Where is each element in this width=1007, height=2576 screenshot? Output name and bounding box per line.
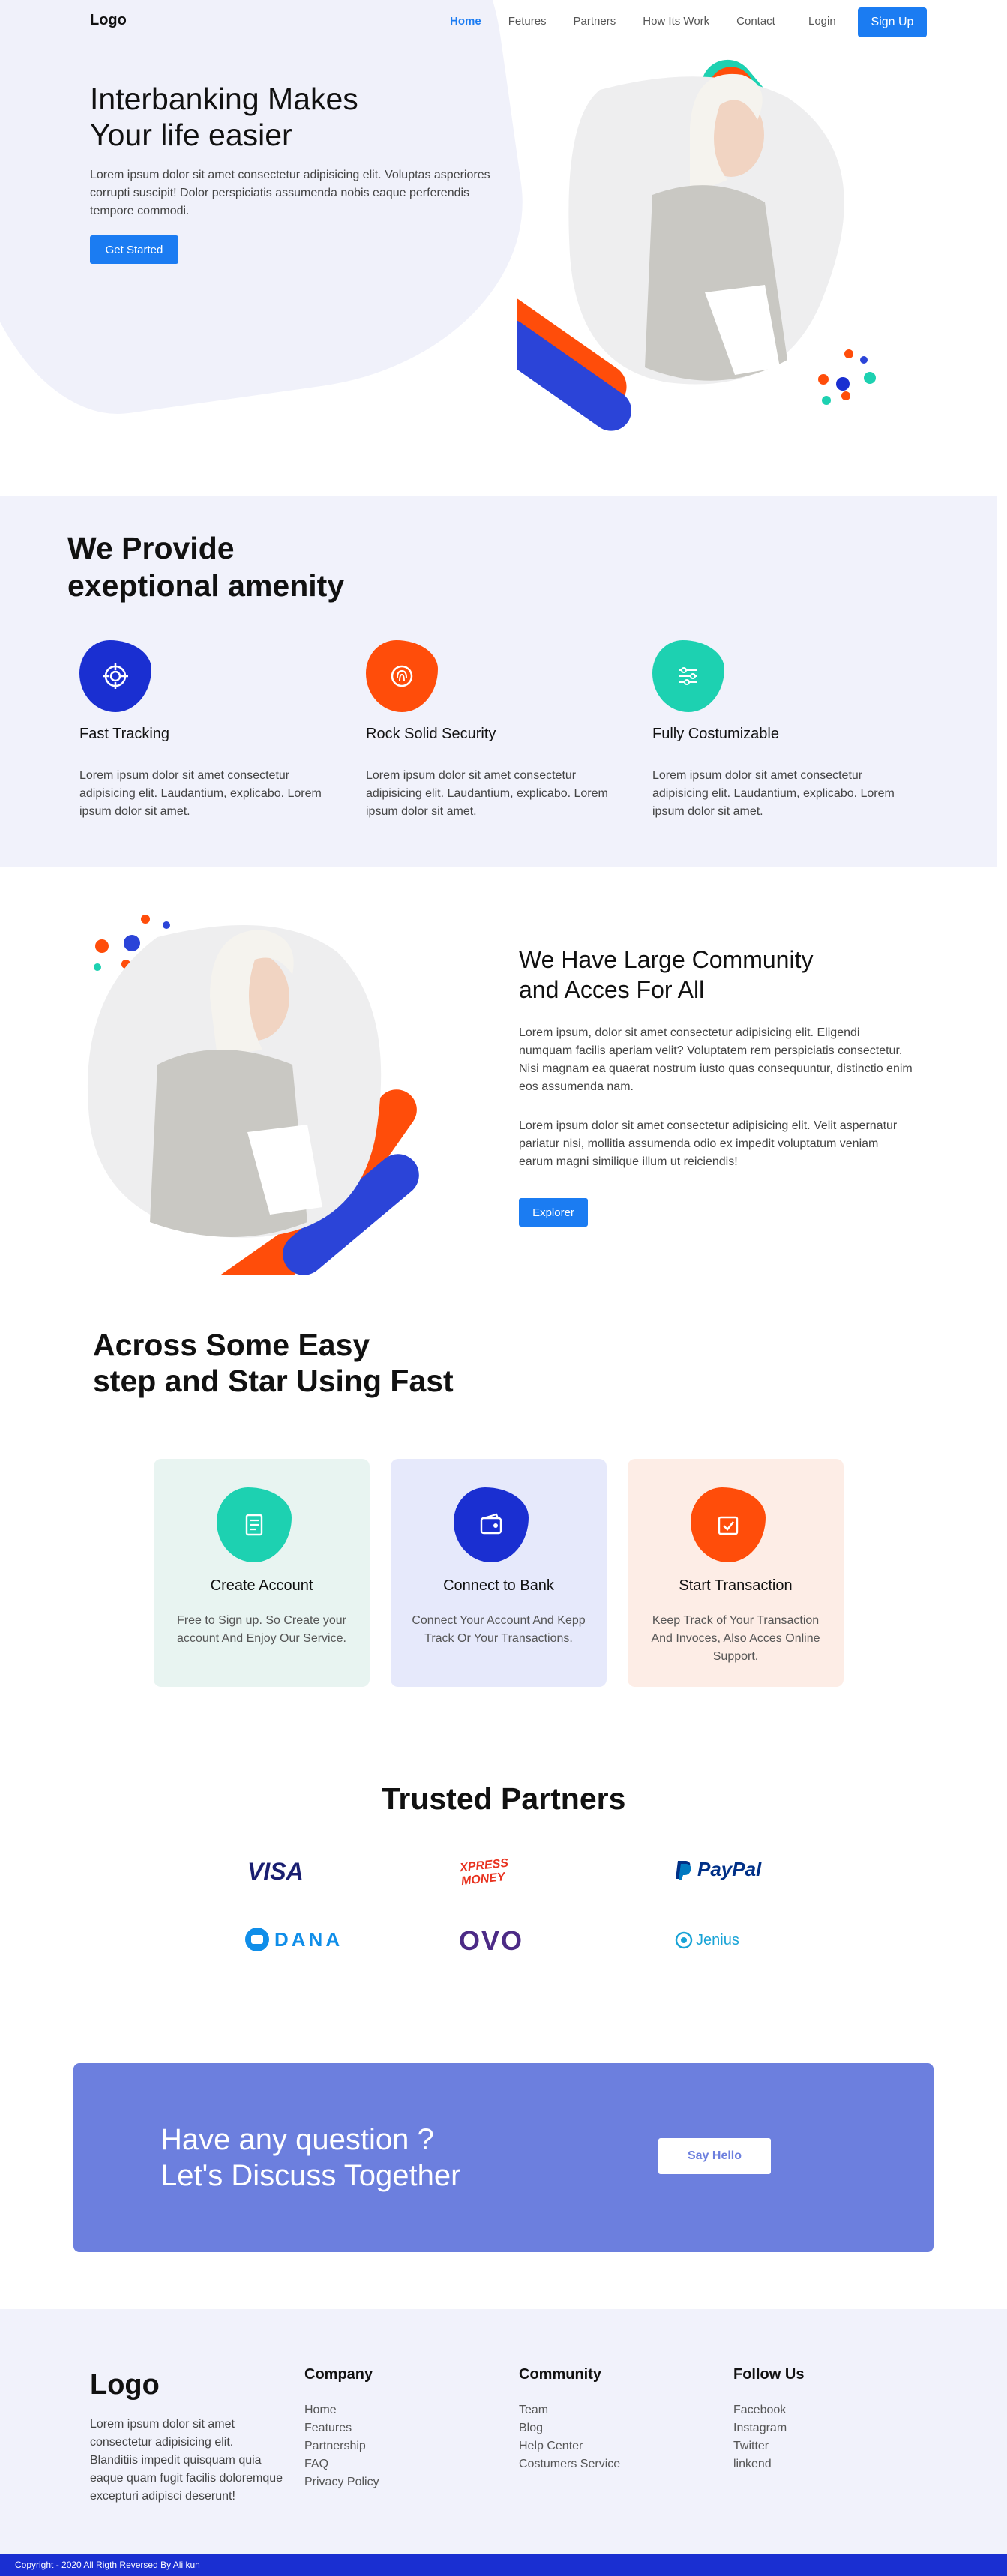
step-card-create-account: Create Account Free to Sign up. So Creat…: [154, 1459, 370, 1687]
footer-link-team[interactable]: Team: [519, 2401, 620, 2419]
feature-text: Lorem ipsum dolor sit amet consectetur a…: [652, 769, 895, 818]
get-started-button[interactable]: Get Started: [90, 235, 178, 264]
nav-logo[interactable]: Logo: [90, 12, 127, 29]
copyright-bar: Copyright - 2020 All Rigth Reversed By A…: [0, 2554, 1007, 2576]
footer-link-customer-service[interactable]: Costumers Service: [519, 2455, 620, 2473]
target-icon: [79, 640, 151, 712]
step-name: Connect to Bank: [443, 1577, 554, 1594]
partner-logo-paypal: PayPal: [675, 1858, 761, 1881]
footer-column-community: Community Team Blog Help Center Costumer…: [519, 2366, 620, 2473]
footer-link-home[interactable]: Home: [304, 2401, 379, 2419]
footer-column-title: Follow Us: [733, 2366, 805, 2383]
community-illustration: [87, 915, 419, 1275]
feature-name: Rock Solid Security: [366, 726, 496, 742]
nav-link-home[interactable]: Home: [450, 15, 481, 28]
footer-logo[interactable]: Logo: [90, 2369, 160, 2401]
feature-name: Fully Costumizable: [652, 726, 779, 742]
hero-illustration: [517, 59, 876, 431]
nav-link-how-it-works[interactable]: How Its Work: [643, 15, 709, 28]
community-paragraph-2: Lorem ipsum dolor sit amet consectetur a…: [519, 1119, 898, 1168]
feature-text: Lorem ipsum dolor sit amet consectetur a…: [366, 769, 608, 818]
sliders-icon: [652, 640, 724, 712]
feature-card-security: Rock Solid Security Lorem ipsum dolor si…: [366, 640, 613, 821]
signup-button[interactable]: Sign Up: [858, 7, 927, 37]
hero-title: Interbanking Makes Your life easier: [90, 82, 358, 152]
footer-column-title: Community: [519, 2366, 601, 2383]
partners-title: Trusted Partners: [381, 1781, 626, 1816]
nav-link-partners[interactable]: Partners: [574, 15, 616, 28]
steps-title: Across Some Easy step and Star Using Fas…: [93, 1328, 454, 1398]
partner-logo-ovo: OVO: [459, 1925, 524, 1956]
document-icon: [217, 1487, 292, 1562]
footer-link-instagram[interactable]: Instagram: [733, 2419, 804, 2437]
community-paragraph-1: Lorem ipsum, dolor sit amet consectetur …: [519, 1026, 913, 1093]
checkbox-icon: [691, 1487, 766, 1562]
nav-link-features[interactable]: Fetures: [508, 15, 547, 28]
explorer-button[interactable]: Explorer: [519, 1198, 588, 1227]
footer-column-follow-us: Follow Us Facebook Instagram Twitter lin…: [733, 2366, 804, 2473]
footer-link-twitter[interactable]: Twitter: [733, 2437, 804, 2455]
wallet-icon: [454, 1487, 529, 1562]
footer-link-privacy-policy[interactable]: Privacy Policy: [304, 2473, 379, 2491]
step-text: Keep Track of Your Transaction And Invoc…: [651, 1614, 820, 1663]
footer-column-company: Company Home Features Partnership FAQ Pr…: [304, 2366, 379, 2491]
feature-name: Fast Tracking: [79, 726, 170, 742]
footer-link-partnership[interactable]: Partnership: [304, 2437, 379, 2455]
step-card-connect-bank: Connect to Bank Connect Your Account And…: [391, 1459, 607, 1687]
footer-column-title: Company: [304, 2366, 373, 2383]
paypal-icon: [676, 1860, 691, 1880]
footer-link-facebook[interactable]: Facebook: [733, 2401, 804, 2419]
feature-card-customizable: Fully Costumizable Lorem ipsum dolor sit…: [652, 640, 900, 821]
nav-menu: Home Fetures Partners How Its Work Conta…: [450, 15, 775, 28]
feature-text: Lorem ipsum dolor sit amet consectetur a…: [79, 769, 322, 818]
jenius-icon: [675, 1931, 693, 1949]
step-card-start-transaction: Start Transaction Keep Track of Your Tra…: [628, 1459, 844, 1687]
fingerprint-icon: [366, 640, 438, 712]
hero-description: Lorem ipsum dolor sit amet consectetur a…: [90, 169, 490, 217]
footer-link-help-center[interactable]: Help Center: [519, 2437, 620, 2455]
step-text: Connect Your Account And Kepp Track Or Y…: [412, 1614, 586, 1645]
footer-link-features[interactable]: Features: [304, 2419, 379, 2437]
step-name: Create Account: [210, 1577, 313, 1594]
footer-link-linkedin[interactable]: linkend: [733, 2455, 804, 2473]
partner-logo-visa: VISA: [247, 1858, 304, 1885]
footer-link-faq[interactable]: FAQ: [304, 2455, 379, 2473]
footer-link-blog[interactable]: Blog: [519, 2419, 620, 2437]
partner-logo-xpress-money: XPRESS MONEY: [459, 1856, 509, 1889]
community-title: We Have Large Community and Acces For Al…: [519, 946, 814, 1003]
partner-logo-jenius: Jenius: [675, 1931, 739, 1949]
feature-card-fast-tracking: Fast Tracking Lorem ipsum dolor sit amet…: [79, 640, 327, 821]
cta-heading: Have any question ? Let's Discuss Togeth…: [160, 2123, 461, 2192]
step-name: Start Transaction: [679, 1577, 793, 1594]
say-hello-button[interactable]: Say Hello: [658, 2138, 771, 2174]
features-title: We Provide exeptional amenity: [67, 531, 345, 603]
dana-icon: [245, 1928, 269, 1951]
nav-link-contact[interactable]: Contact: [736, 15, 775, 28]
login-link[interactable]: Login: [808, 15, 836, 28]
step-text: Free to Sign up. So Create your account …: [177, 1614, 346, 1645]
footer-description: Lorem ipsum dolor sit amet consectetur a…: [90, 2418, 283, 2503]
partner-logo-dana: DANA: [244, 1927, 343, 1952]
